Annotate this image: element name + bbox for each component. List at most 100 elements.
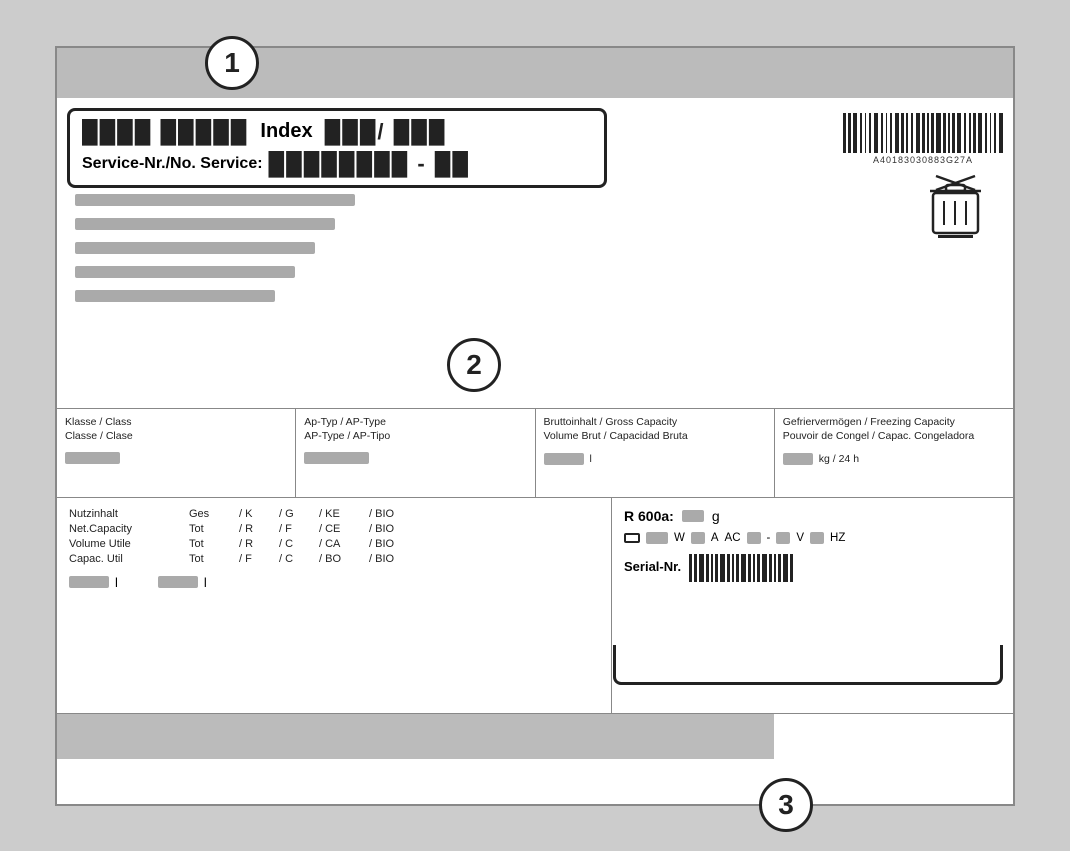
capacity-values: l l — [69, 575, 599, 590]
col-aptype-value — [304, 452, 526, 464]
power-v-block1 — [747, 532, 761, 544]
weee-icon — [928, 173, 983, 238]
bottom-right: R 600a: g W A AC - V HZ Serial-Nr. — [612, 498, 1013, 714]
col-gross-header2: Volume Brut / Capacidad Bruta — [544, 429, 766, 444]
cap-row4-col3: / F — [239, 553, 279, 565]
cap-val-block1 — [69, 576, 109, 588]
cap-row2-col4: / F — [279, 523, 319, 535]
cap-val-unit2: l — [204, 575, 207, 590]
cap-row4-col5: / BO — [319, 553, 369, 565]
col-class-value — [65, 452, 287, 464]
model-block-5 — [75, 290, 275, 302]
cap-row4-col6: / BIO — [369, 553, 419, 565]
cap-row1-col1: Nutzinhalt — [69, 508, 189, 520]
cap-row4-col1: Capac. Util — [69, 553, 189, 565]
s1-suffix-bars: ███/ ███ — [325, 119, 447, 145]
model-block-1 — [75, 194, 355, 206]
cap-val-unit1: l — [115, 575, 118, 590]
circle-2: 2 — [447, 338, 501, 392]
model-row-3 — [75, 241, 615, 259]
model-info-area — [75, 193, 615, 313]
cap-row1-col6: / BIO — [369, 508, 419, 520]
power-v-label: V — [796, 532, 804, 544]
section1-box: ████ █████ Index ███/ ███ Service-Nr./No… — [67, 108, 607, 188]
cap-row2-col2: Tot — [189, 523, 239, 535]
serial-section: Serial-Nr. — [624, 552, 1001, 582]
columns-section: Klasse / Class Classe / Clase Ap-Typ / A… — [57, 408, 1013, 498]
col-freeze-value: kg / 24 h — [783, 452, 1005, 467]
serial-label: Serial-Nr. — [624, 559, 681, 574]
bottom-section: Nutzinhalt Ges / K / G / KE / BIO Net.Ca… — [57, 498, 1013, 714]
cap-val-1: l — [69, 575, 118, 590]
power-symbol — [624, 533, 640, 543]
serial-barcode — [689, 552, 793, 582]
aptype-value-block — [304, 452, 369, 464]
barcode-image — [843, 108, 1003, 153]
model-row-5 — [75, 289, 615, 307]
col-class-header1: Klasse / Class — [65, 415, 287, 430]
model-block-2 — [75, 218, 335, 230]
cap-row3-col5: / CA — [319, 538, 369, 550]
col-aptype-header1: Ap-Typ / AP-Type — [304, 415, 526, 430]
col-freeze-header1: Gefriervermögen / Freezing Capacity — [783, 415, 1005, 430]
cap-val-block2 — [158, 576, 198, 588]
col-freezing-capacity: Gefriervermögen / Freezing Capacity Pouv… — [775, 409, 1013, 497]
cap-row1-col5: / KE — [319, 508, 369, 520]
power-v-block2 — [776, 532, 790, 544]
col-aptype: Ap-Typ / AP-Type AP-Type / AP-Tipo — [296, 409, 535, 497]
section1-line1: ████ █████ Index ███/ ███ — [82, 119, 592, 145]
model-row-1 — [75, 193, 615, 211]
barcode-top-label: A40183030883G27A — [843, 155, 1003, 165]
gross-unit: l — [590, 452, 592, 467]
service-nr-value: ████████ - ██ — [269, 151, 470, 177]
power-w-block — [646, 532, 668, 544]
capacity-grid: Nutzinhalt Ges / K / G / KE / BIO Net.Ca… — [69, 508, 599, 565]
service-nr-label: Service-Nr./No. Service: — [82, 155, 263, 173]
cap-row3-col1: Volume Utile — [69, 538, 189, 550]
col-class: Klasse / Class Classe / Clase — [57, 409, 296, 497]
cap-row1-col3: / K — [239, 508, 279, 520]
model-row-2 — [75, 217, 615, 235]
top-bar — [57, 48, 1013, 98]
barcode-top-right: A40183030883G27A — [843, 108, 1003, 165]
cap-row2-col1: Net.Capacity — [69, 523, 189, 535]
power-hz-label: HZ — [830, 532, 845, 544]
cap-row4-col4: / C — [279, 553, 319, 565]
cap-row3-col6: / BIO — [369, 538, 419, 550]
col-freeze-header2: Pouvoir de Congel / Capac. Congeladora — [783, 429, 1005, 444]
power-a-block — [691, 532, 705, 544]
col-class-header2: Classe / Clase — [65, 429, 287, 444]
class-value-block — [65, 452, 120, 464]
refrigerant-unit: g — [712, 508, 720, 524]
section1-line2: Service-Nr./No. Service: ████████ - ██ — [82, 151, 592, 177]
cap-row3-col2: Tot — [189, 538, 239, 550]
freeze-unit: kg / 24 h — [819, 452, 859, 467]
cap-val-2: l — [158, 575, 207, 590]
cap-row1-col4: / G — [279, 508, 319, 520]
col-gross-capacity: Bruttoinhalt / Gross Capacity Volume Bru… — [536, 409, 775, 497]
model-row-4 — [75, 265, 615, 283]
power-hz-block — [810, 532, 824, 544]
refrigerant-value-block — [682, 510, 704, 522]
bottom-gray-bar — [57, 714, 774, 759]
section3-bracket — [613, 645, 1003, 685]
refrigerant-label: R 600a: — [624, 508, 674, 524]
circle-3: 3 — [759, 778, 813, 832]
power-a-label: A — [711, 532, 719, 544]
weee-symbol — [928, 173, 983, 243]
power-ac-label: AC — [725, 532, 741, 544]
col-gross-value: l — [544, 452, 766, 467]
s1-prefix-bars: ████ █████ — [82, 119, 248, 145]
cap-row2-col5: / CE — [319, 523, 369, 535]
cap-row2-col6: / BIO — [369, 523, 419, 535]
cap-row3-col4: / C — [279, 538, 319, 550]
s1-index-label: Index — [260, 120, 312, 143]
cap-row1-col2: Ges — [189, 508, 239, 520]
col-aptype-header2: AP-Type / AP-Tipo — [304, 429, 526, 444]
col-gross-header1: Bruttoinhalt / Gross Capacity — [544, 415, 766, 430]
gross-value-block — [544, 453, 584, 465]
power-w-label: W — [674, 532, 685, 544]
cap-row2-col3: / R — [239, 523, 279, 535]
model-block-3 — [75, 242, 315, 254]
power-line: W A AC - V HZ — [624, 532, 1001, 544]
